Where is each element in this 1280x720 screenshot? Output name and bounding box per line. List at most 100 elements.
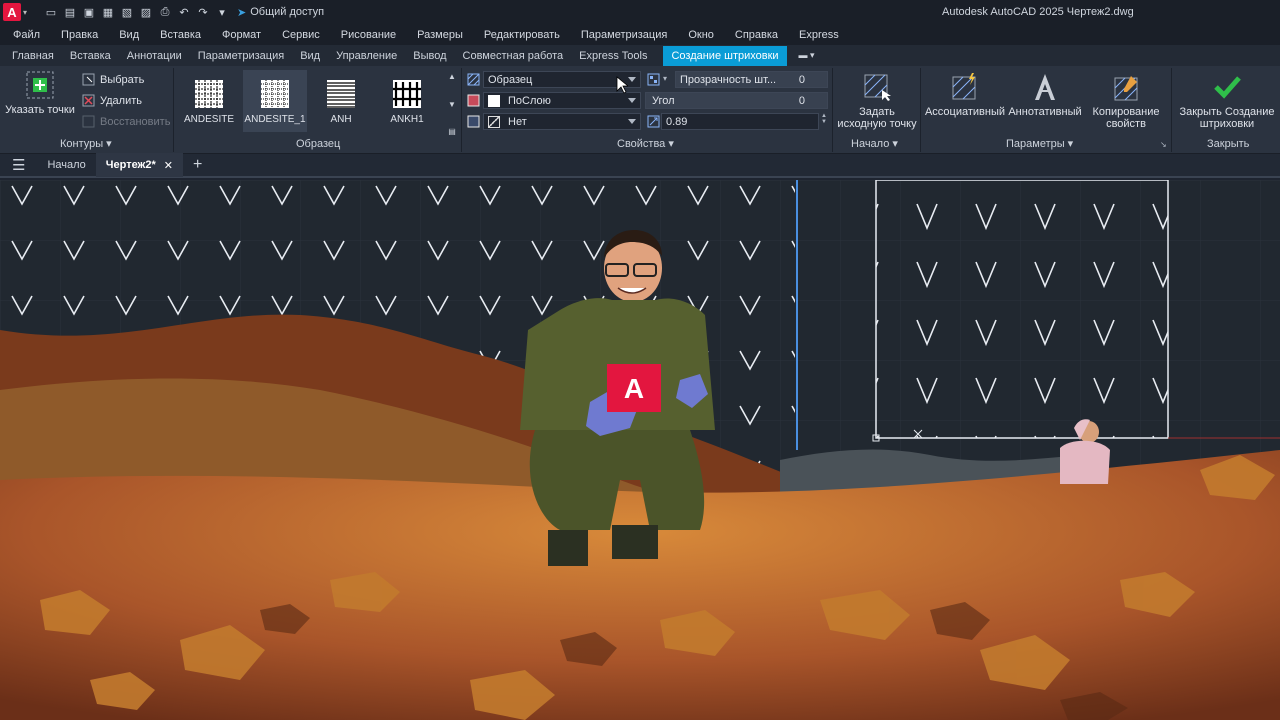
angle-label: Угол	[652, 94, 675, 107]
web-save-icon[interactable]: ▧	[120, 5, 134, 19]
properties-panel-label[interactable]: Свойства ▾	[617, 137, 674, 151]
cloud-icon[interactable]: ▨	[139, 5, 153, 19]
new-file-icon[interactable]: ▭	[44, 5, 58, 19]
menu-parametric[interactable]: Параметризация	[581, 29, 667, 41]
tab-express-tools[interactable]: Express Tools	[579, 50, 647, 62]
share-button[interactable]: ➤ Общий доступ	[237, 6, 324, 19]
menu-dimension[interactable]: Размеры	[417, 29, 463, 41]
hatch-color-icon	[467, 94, 480, 107]
select-label: Выбрать	[100, 73, 145, 86]
pattern-anh[interactable]: ANH	[309, 70, 373, 132]
remove-boundaries-button[interactable]: Удалить	[82, 94, 142, 107]
menu-format[interactable]: Формат	[222, 29, 261, 41]
tab-annotate[interactable]: Аннотации	[127, 50, 182, 62]
set-origin-button[interactable]: Задать исходную точку	[836, 72, 918, 130]
tab-collaborate[interactable]: Совместная работа	[463, 50, 564, 62]
tab-manage[interactable]: Управление	[336, 50, 397, 62]
pattern-label: ANDESITE_1	[244, 114, 306, 125]
new-tab-button[interactable]: +	[183, 153, 212, 177]
tab-home[interactable]: Главная	[12, 50, 54, 62]
scroll-down-icon[interactable]: ▼	[448, 100, 456, 109]
panel-divider	[173, 68, 174, 152]
print-icon[interactable]: ⎙	[158, 5, 172, 19]
angle-slider[interactable]: Угол 0	[645, 92, 828, 109]
redo-icon[interactable]: ↷	[196, 5, 210, 19]
transparency-slider[interactable]: Прозрачность шт... 0	[675, 71, 828, 88]
checkmark-icon	[1212, 72, 1242, 102]
pattern-andesite[interactable]: ANDESITE	[177, 70, 241, 132]
pick-points-button[interactable]: Указать точки	[4, 70, 76, 116]
ribbon-tab-bar: Главная Вставка Аннотации Параметризация…	[0, 45, 1280, 66]
chevron-down-icon[interactable]: ▾	[663, 74, 667, 83]
tab-output[interactable]: Вывод	[413, 50, 446, 62]
doc-tab-current[interactable]: Чертеж2* ✕	[95, 153, 183, 177]
match-properties-button[interactable]: Копирование свойств	[1090, 72, 1162, 130]
save-as-icon[interactable]: ▦	[101, 5, 115, 19]
menu-help[interactable]: Справка	[735, 29, 778, 41]
close-hatch-label: Закрыть Создание штриховки	[1179, 106, 1275, 130]
ribbon-display-toggle[interactable]: ▬ ▾	[799, 50, 815, 61]
menu-file[interactable]: Файл	[13, 29, 40, 41]
doc-tab-current-label: Чертеж2*	[105, 159, 156, 171]
open-folder-icon[interactable]: ▤	[63, 5, 77, 19]
dialog-launcher-icon[interactable]: ↘	[1160, 140, 1167, 149]
expand-gallery-icon[interactable]: ▤	[448, 127, 456, 136]
annotative-button[interactable]: Аннотативный	[1006, 72, 1084, 118]
scale-input[interactable]: 0.89	[661, 113, 819, 130]
app-menu-button[interactable]: A ▾	[0, 0, 30, 24]
tab-insert[interactable]: Вставка	[70, 50, 111, 62]
pattern-gallery-scroll[interactable]: ▲ ▼ ▤	[446, 72, 458, 136]
doc-tab-start[interactable]: Начало	[37, 153, 95, 177]
panel-divider	[1171, 68, 1172, 152]
close-icon[interactable]: ✕	[164, 159, 173, 172]
scale-spinner[interactable]: ▲ ▼	[820, 113, 828, 130]
select-objects-button[interactable]: Выбрать	[82, 73, 144, 86]
autocad-logo-icon: A	[2, 3, 21, 21]
menu-insert[interactable]: Вставка	[160, 29, 201, 41]
quick-access-toolbar: ▭ ▤ ▣ ▦ ▧ ▨ ⎙ ↶ ↷ ▾	[44, 5, 229, 19]
associative-button[interactable]: Ассоциативный	[924, 72, 1006, 118]
menu-modify[interactable]: Редактировать	[484, 29, 560, 41]
pattern-panel-label: Образец	[296, 138, 340, 150]
options-panel-label[interactable]: Параметры ▾	[1006, 137, 1073, 151]
undo-icon[interactable]: ↶	[177, 5, 191, 19]
tab-view[interactable]: Вид	[300, 50, 320, 62]
menu-view[interactable]: Вид	[119, 29, 139, 41]
tab-hatch-creation[interactable]: Создание штриховки	[663, 45, 787, 66]
close-hatch-creation-button[interactable]: Закрыть Создание штриховки	[1174, 72, 1280, 130]
background-color-icon	[467, 115, 480, 128]
background-color-value: Нет	[508, 115, 527, 128]
spin-down-icon[interactable]: ▼	[821, 119, 827, 125]
menu-bar: Файл Правка Вид Вставка Формат Сервис Ри…	[0, 24, 1280, 45]
save-icon[interactable]: ▣	[82, 5, 96, 19]
menu-draw[interactable]: Рисование	[341, 29, 396, 41]
pick-points-label: Указать точки	[5, 104, 75, 116]
customize-qat-icon[interactable]: ▾	[215, 5, 229, 19]
recreate-boundary-button[interactable]: Восстановить	[82, 115, 170, 128]
transparency-icon[interactable]	[647, 73, 660, 86]
pattern-andesite-1[interactable]: ANDESITE_1	[243, 70, 307, 132]
contours-panel-label[interactable]: Контуры ▾	[60, 137, 112, 151]
hatch-color-select[interactable]: ПоСлою	[483, 92, 641, 109]
origin-panel-label[interactable]: Начало ▾	[851, 137, 898, 151]
pattern-ankh1[interactable]: ANKH1	[375, 70, 439, 132]
window-title: Autodesk AutoCAD 2025 Чертеж2.dwg	[942, 6, 1134, 18]
properties-panel-text: Свойства	[617, 137, 666, 150]
menu-tools[interactable]: Сервис	[282, 29, 320, 41]
autocad-badge-icon: A	[607, 364, 661, 412]
scroll-up-icon[interactable]: ▲	[448, 72, 456, 81]
menu-window[interactable]: Окно	[688, 29, 714, 41]
set-origin-icon	[862, 72, 892, 102]
menu-edit[interactable]: Правка	[61, 29, 98, 41]
panel-divider	[920, 68, 921, 152]
chevron-down-icon	[628, 77, 636, 82]
scale-icon	[647, 115, 660, 128]
hamburger-menu-icon[interactable]: ☰	[0, 153, 37, 177]
tab-parametric[interactable]: Параметризация	[198, 50, 284, 62]
no-color-swatch	[488, 115, 500, 128]
drawing-canvas[interactable]: A	[0, 180, 1280, 720]
background-color-select[interactable]: Нет	[483, 113, 641, 130]
chevron-down-icon: ▾	[22, 7, 27, 17]
select-icon	[82, 73, 95, 86]
menu-express[interactable]: Express	[799, 29, 839, 41]
